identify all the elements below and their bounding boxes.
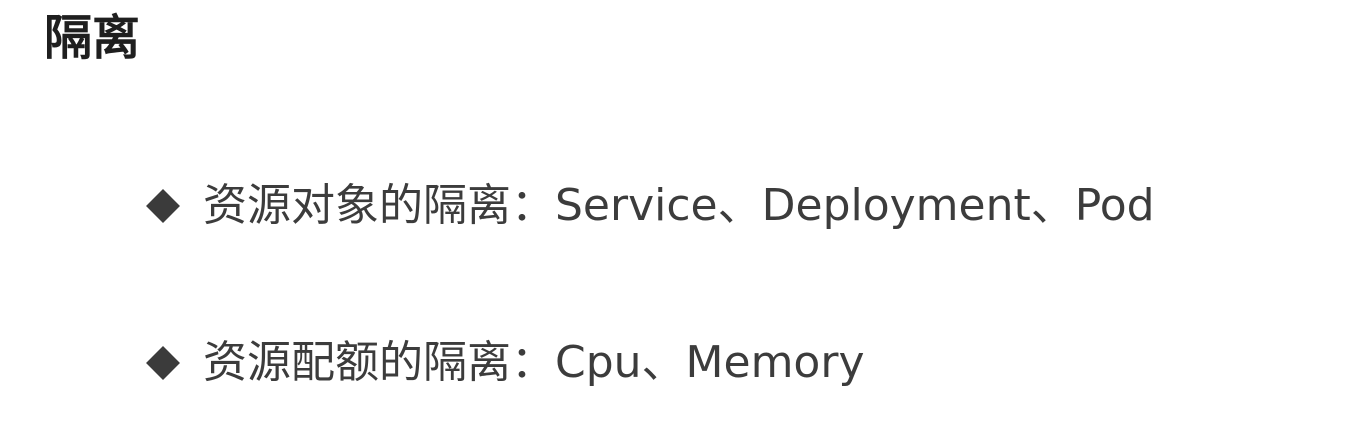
diamond-icon xyxy=(143,176,183,236)
diamond-icon xyxy=(143,333,183,393)
slide-title: 隔离 xyxy=(44,10,141,66)
bullet-item-resource-quota: 资源配额的隔离：Cpu、Memory xyxy=(143,333,864,393)
bullet-item-resource-objects: 资源对象的隔离：Service、Deployment、Pod xyxy=(143,176,1155,236)
bullet-text-resource-objects: 资源对象的隔离：Service、Deployment、Pod xyxy=(203,180,1155,231)
bullet-text-resource-quota: 资源配额的隔离：Cpu、Memory xyxy=(203,337,865,388)
slide: 隔离 资源对象的隔离：Service、Deployment、Pod 资源配额的隔… xyxy=(0,0,1351,440)
